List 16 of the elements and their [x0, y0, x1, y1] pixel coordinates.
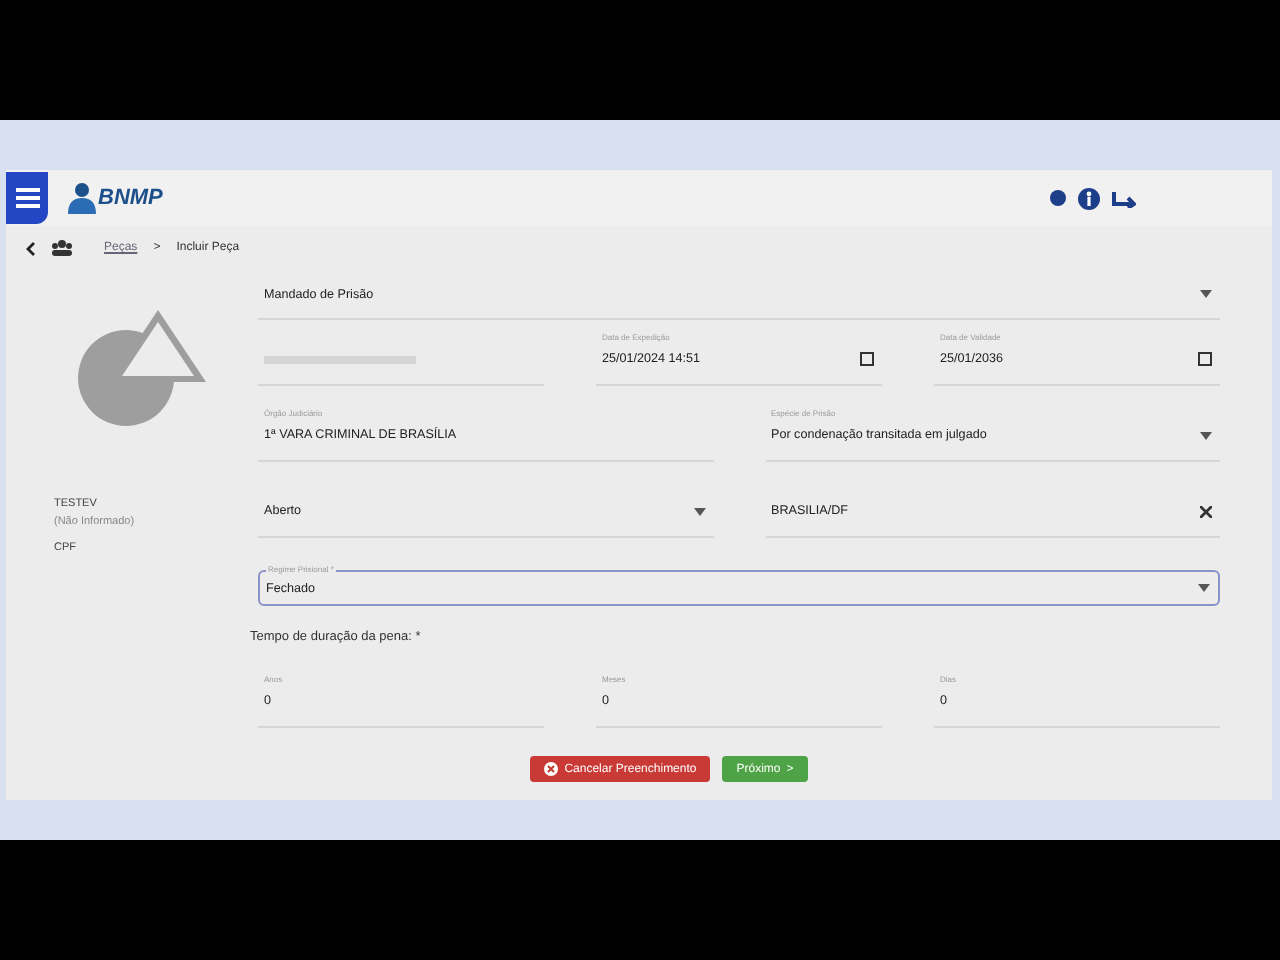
- menu-button[interactable]: [6, 172, 48, 224]
- dropdown-caret-icon: [1198, 584, 1210, 592]
- menu-icon: [15, 188, 39, 208]
- avatar-placeholder-icon: [78, 310, 206, 430]
- dropdown-caret-icon: [1200, 290, 1212, 298]
- clear-icon: [1200, 505, 1212, 517]
- logo-text: BNMP: [98, 186, 163, 210]
- dropdown-caret-icon: [1200, 431, 1212, 439]
- logout-icon[interactable]: [1112, 188, 1136, 208]
- calendar-icon: [1198, 352, 1212, 366]
- cancel-icon: [544, 762, 559, 776]
- person-icon: [68, 182, 96, 214]
- dropdown-caret-icon: [693, 507, 705, 515]
- people-icon: [52, 240, 72, 256]
- calendar-icon: [860, 352, 874, 366]
- back-icon[interactable]: [26, 241, 36, 255]
